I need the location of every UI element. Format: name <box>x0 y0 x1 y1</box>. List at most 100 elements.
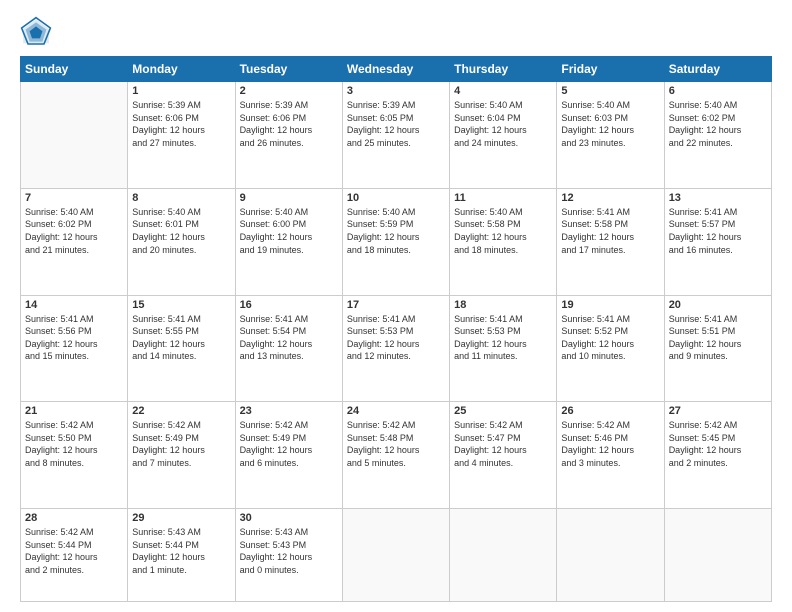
day-number: 6 <box>669 85 767 97</box>
day-number: 11 <box>454 192 552 204</box>
day-number: 8 <box>132 192 230 204</box>
day-number: 5 <box>561 85 659 97</box>
day-info: Sunrise: 5:40 AM Sunset: 6:00 PM Dayligh… <box>240 206 338 256</box>
day-info: Sunrise: 5:41 AM Sunset: 5:52 PM Dayligh… <box>561 313 659 363</box>
day-info: Sunrise: 5:39 AM Sunset: 6:05 PM Dayligh… <box>347 99 445 149</box>
day-info: Sunrise: 5:42 AM Sunset: 5:45 PM Dayligh… <box>669 419 767 469</box>
day-info: Sunrise: 5:41 AM Sunset: 5:58 PM Dayligh… <box>561 206 659 256</box>
day-number: 28 <box>25 512 123 524</box>
calendar-cell: 29 Sunrise: 5:43 AM Sunset: 5:44 PM Dayli… <box>128 509 235 602</box>
week-row-0: 1Sunrise: 5:39 AM Sunset: 6:06 PM Daylig… <box>21 82 772 189</box>
calendar-cell: 27 Sunrise: 5:42 AM Sunset: 5:45 PM Dayli… <box>664 402 771 509</box>
calendar-cell: 24 Sunrise: 5:42 AM Sunset: 5:48 PM Dayli… <box>342 402 449 509</box>
day-number: 7 <box>25 192 123 204</box>
header <box>20 16 772 48</box>
calendar-cell: 20 Sunrise: 5:41 AM Sunset: 5:51 PM Dayli… <box>664 295 771 402</box>
calendar-cell: 3 Sunrise: 5:39 AM Sunset: 6:05 PM Daylig… <box>342 82 449 189</box>
day-number: 1 <box>132 85 230 97</box>
day-info: Sunrise: 5:40 AM Sunset: 5:59 PM Dayligh… <box>347 206 445 256</box>
day-info: Sunrise: 5:41 AM Sunset: 5:55 PM Dayligh… <box>132 313 230 363</box>
day-number: 2 <box>240 85 338 97</box>
day-info: Sunrise: 5:40 AM Sunset: 6:02 PM Dayligh… <box>25 206 123 256</box>
header-friday: Friday <box>557 57 664 82</box>
day-info: Sunrise: 5:43 AM Sunset: 5:43 PM Dayligh… <box>240 526 338 576</box>
day-number: 14 <box>25 299 123 311</box>
calendar-cell <box>21 82 128 189</box>
day-number: 17 <box>347 299 445 311</box>
calendar-cell <box>664 509 771 602</box>
calendar-cell: 28 Sunrise: 5:42 AM Sunset: 5:44 PM Dayli… <box>21 509 128 602</box>
day-info: Sunrise: 5:42 AM Sunset: 5:50 PM Dayligh… <box>25 419 123 469</box>
calendar-cell: 22Sunrise: 5:42 AM Sunset: 5:49 PM Dayli… <box>128 402 235 509</box>
calendar-cell: 26 Sunrise: 5:42 AM Sunset: 5:46 PM Dayli… <box>557 402 664 509</box>
calendar-cell: 10Sunrise: 5:40 AM Sunset: 5:59 PM Dayli… <box>342 188 449 295</box>
day-info: Sunrise: 5:42 AM Sunset: 5:44 PM Dayligh… <box>25 526 123 576</box>
day-number: 13 <box>669 192 767 204</box>
day-info: Sunrise: 5:42 AM Sunset: 5:48 PM Dayligh… <box>347 419 445 469</box>
header-sunday: Sunday <box>21 57 128 82</box>
day-info: Sunrise: 5:43 AM Sunset: 5:44 PM Dayligh… <box>132 526 230 576</box>
day-number: 23 <box>240 405 338 417</box>
day-number: 26 <box>561 405 659 417</box>
day-number: 21 <box>25 405 123 417</box>
calendar-cell: 13 Sunrise: 5:41 AM Sunset: 5:57 PM Dayli… <box>664 188 771 295</box>
week-row-2: 14Sunrise: 5:41 AM Sunset: 5:56 PM Dayli… <box>21 295 772 402</box>
day-number: 22 <box>132 405 230 417</box>
calendar-cell: 17 Sunrise: 5:41 AM Sunset: 5:53 PM Dayli… <box>342 295 449 402</box>
day-info: Sunrise: 5:40 AM Sunset: 6:02 PM Dayligh… <box>669 99 767 149</box>
calendar-cell: 6 Sunrise: 5:40 AM Sunset: 6:02 PM Daylig… <box>664 82 771 189</box>
day-number: 15 <box>132 299 230 311</box>
day-number: 18 <box>454 299 552 311</box>
day-number: 25 <box>454 405 552 417</box>
calendar-cell: 25 Sunrise: 5:42 AM Sunset: 5:47 PM Dayli… <box>450 402 557 509</box>
calendar-cell: 23 Sunrise: 5:42 AM Sunset: 5:49 PM Dayli… <box>235 402 342 509</box>
calendar-cell: 14Sunrise: 5:41 AM Sunset: 5:56 PM Dayli… <box>21 295 128 402</box>
calendar-header-row: SundayMondayTuesdayWednesdayThursdayFrid… <box>21 57 772 82</box>
day-info: Sunrise: 5:41 AM Sunset: 5:51 PM Dayligh… <box>669 313 767 363</box>
calendar-cell: 16Sunrise: 5:41 AM Sunset: 5:54 PM Dayli… <box>235 295 342 402</box>
day-info: Sunrise: 5:42 AM Sunset: 5:47 PM Dayligh… <box>454 419 552 469</box>
day-info: Sunrise: 5:41 AM Sunset: 5:53 PM Dayligh… <box>454 313 552 363</box>
day-info: Sunrise: 5:40 AM Sunset: 5:58 PM Dayligh… <box>454 206 552 256</box>
calendar-cell: 2Sunrise: 5:39 AM Sunset: 6:06 PM Daylig… <box>235 82 342 189</box>
day-number: 3 <box>347 85 445 97</box>
calendar-cell: 9Sunrise: 5:40 AM Sunset: 6:00 PM Daylig… <box>235 188 342 295</box>
calendar-cell <box>450 509 557 602</box>
header-monday: Monday <box>128 57 235 82</box>
calendar-cell: 30 Sunrise: 5:43 AM Sunset: 5:43 PM Dayli… <box>235 509 342 602</box>
day-info: Sunrise: 5:40 AM Sunset: 6:04 PM Dayligh… <box>454 99 552 149</box>
calendar-cell: 11 Sunrise: 5:40 AM Sunset: 5:58 PM Dayli… <box>450 188 557 295</box>
calendar-cell: 21 Sunrise: 5:42 AM Sunset: 5:50 PM Dayli… <box>21 402 128 509</box>
calendar-cell: 15 Sunrise: 5:41 AM Sunset: 5:55 PM Dayli… <box>128 295 235 402</box>
day-number: 30 <box>240 512 338 524</box>
day-number: 4 <box>454 85 552 97</box>
day-info: Sunrise: 5:42 AM Sunset: 5:46 PM Dayligh… <box>561 419 659 469</box>
day-info: Sunrise: 5:41 AM Sunset: 5:53 PM Dayligh… <box>347 313 445 363</box>
calendar-cell: 7 Sunrise: 5:40 AM Sunset: 6:02 PM Daylig… <box>21 188 128 295</box>
day-info: Sunrise: 5:42 AM Sunset: 5:49 PM Dayligh… <box>240 419 338 469</box>
week-row-1: 7 Sunrise: 5:40 AM Sunset: 6:02 PM Daylig… <box>21 188 772 295</box>
calendar-cell: 19Sunrise: 5:41 AM Sunset: 5:52 PM Dayli… <box>557 295 664 402</box>
calendar-cell: 4 Sunrise: 5:40 AM Sunset: 6:04 PM Daylig… <box>450 82 557 189</box>
header-tuesday: Tuesday <box>235 57 342 82</box>
calendar: SundayMondayTuesdayWednesdayThursdayFrid… <box>20 56 772 602</box>
calendar-cell <box>342 509 449 602</box>
logo-icon <box>20 16 52 48</box>
calendar-cell: 12 Sunrise: 5:41 AM Sunset: 5:58 PM Dayli… <box>557 188 664 295</box>
calendar-cell: 8 Sunrise: 5:40 AM Sunset: 6:01 PM Daylig… <box>128 188 235 295</box>
logo <box>20 16 56 48</box>
day-info: Sunrise: 5:41 AM Sunset: 5:54 PM Dayligh… <box>240 313 338 363</box>
day-info: Sunrise: 5:40 AM Sunset: 6:01 PM Dayligh… <box>132 206 230 256</box>
calendar-cell: 1Sunrise: 5:39 AM Sunset: 6:06 PM Daylig… <box>128 82 235 189</box>
day-number: 29 <box>132 512 230 524</box>
day-info: Sunrise: 5:40 AM Sunset: 6:03 PM Dayligh… <box>561 99 659 149</box>
day-number: 24 <box>347 405 445 417</box>
day-number: 12 <box>561 192 659 204</box>
day-info: Sunrise: 5:41 AM Sunset: 5:57 PM Dayligh… <box>669 206 767 256</box>
day-number: 27 <box>669 405 767 417</box>
header-wednesday: Wednesday <box>342 57 449 82</box>
header-saturday: Saturday <box>664 57 771 82</box>
page: SundayMondayTuesdayWednesdayThursdayFrid… <box>0 0 792 612</box>
week-row-3: 21 Sunrise: 5:42 AM Sunset: 5:50 PM Dayli… <box>21 402 772 509</box>
day-number: 20 <box>669 299 767 311</box>
